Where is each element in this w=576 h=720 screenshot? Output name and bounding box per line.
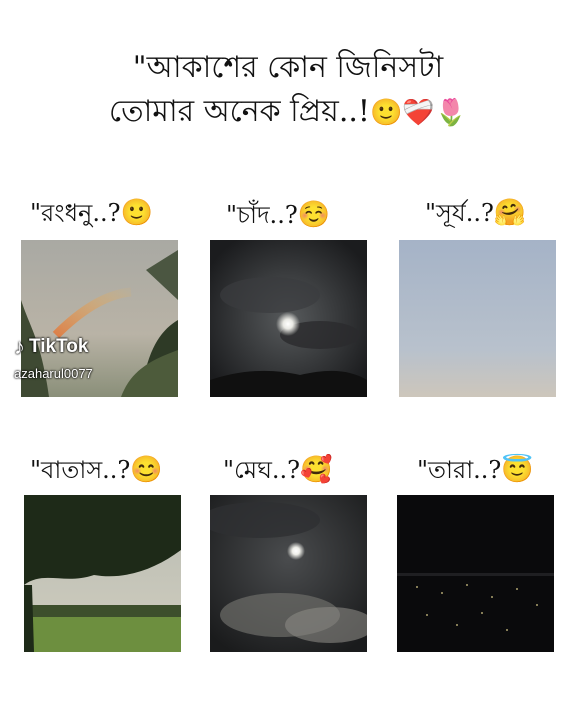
caption-stars: "তারা..?😇 [417, 452, 534, 492]
smiling-eyes-emoji-icon: 😊 [130, 455, 163, 485]
wind-photo[interactable] [24, 495, 181, 652]
caption-rainbow-label: "রংধনু..? [30, 199, 121, 227]
caption-moon: "চাঁদ..?☺️ [226, 197, 330, 237]
tiktok-handle: azaharul0077 [14, 366, 93, 381]
caption-sun: "সূর্য..?🤗 [425, 195, 526, 235]
cloud-photo[interactable] [210, 495, 367, 652]
caption-wind: "বাতাস..?😊 [30, 452, 163, 492]
caption-wind-label: "বাতাস..? [30, 456, 131, 484]
stars-photo[interactable] [397, 495, 554, 652]
caption-moon-label: "চাঁদ..? [226, 201, 298, 229]
page-title: "আকাশের কোন জিনিসটা তোমার অনেক প্রিয়..!… [0, 46, 576, 135]
title-emojis: 🙂❤️‍🩹🌷 [369, 98, 468, 128]
halo-emoji-icon: 😇 [501, 455, 534, 485]
caption-sun-label: "সূর্য..? [425, 199, 494, 227]
caption-rainbow: "রংধনু..?🙂 [30, 195, 153, 235]
sun-photo[interactable] [399, 240, 556, 397]
caption-cloud-label: "মেঘ..? [223, 456, 301, 484]
hug-emoji-icon: 🤗 [493, 198, 527, 228]
blush-emoji-icon: ☺️ [297, 200, 331, 230]
caption-cloud: "মেঘ..?🥰 [223, 452, 332, 492]
tiktok-logo-icon: ♪ [14, 334, 25, 359]
title-line-2-text: তোমার অনেক প্রিয়..! [108, 94, 370, 129]
moon-photo[interactable] [210, 240, 367, 397]
tiktok-watermark: ♪ TikTok azaharul0077 [14, 334, 93, 381]
smile-emoji-icon: 🙂 [120, 198, 153, 228]
caption-stars-label: "তারা..? [417, 456, 502, 484]
tiktok-brand-label: TikTok [29, 336, 89, 357]
tiktok-brand: ♪ TikTok [14, 334, 93, 360]
title-line-1: "আকাশের কোন জিনিসটা [132, 50, 444, 85]
hearts-emoji-icon: 🥰 [300, 455, 333, 485]
title-line-2: তোমার অনেক প্রিয়..!🙂❤️‍🩹🌷 [0, 90, 576, 135]
